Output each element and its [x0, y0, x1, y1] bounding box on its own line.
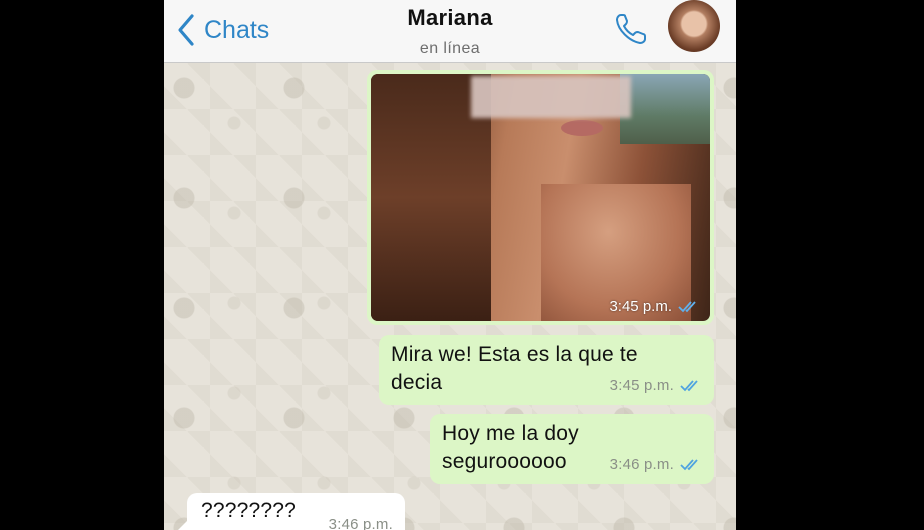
chat-header: Chats Mariana en línea — [164, 0, 736, 63]
message-meta: 3:45 p.m. — [610, 372, 702, 400]
message-meta: 3:46 p.m. — [610, 451, 702, 479]
chevron-left-icon — [178, 14, 194, 46]
contact-name: Mariana — [407, 5, 493, 30]
message-meta: 3:46 p.m. — [329, 511, 393, 530]
message-photo: 3:45 p.m. — [371, 74, 710, 321]
phone-icon[interactable] — [612, 10, 650, 48]
contact-status: en línea — [419, 40, 481, 57]
message-bubble-outgoing[interactable]: Hoy me la doy seguroooooo 3:46 p.m. — [430, 414, 714, 484]
photo-region-lips — [561, 120, 603, 136]
message-bubble-incoming[interactable]: ???????? 3:46 p.m. — [187, 493, 405, 530]
message-time: 3:46 p.m. — [328, 516, 393, 530]
message-text-line: Mira we! Esta es la que te — [391, 343, 638, 366]
message-time: 3:46 p.m. — [609, 456, 674, 473]
back-label: Chats — [204, 15, 270, 44]
photo-censor-blur — [471, 76, 631, 118]
chat-screen: Chats Mariana en línea 3:45 p.m. Mira we… — [164, 0, 736, 530]
contact-info[interactable]: Mariana en línea — [350, 5, 550, 58]
photo-region-background — [620, 74, 710, 144]
message-time: 3:45 p.m. — [609, 377, 674, 394]
message-text-line: Hoy me la doy — [442, 422, 579, 445]
double-check-icon — [678, 300, 696, 312]
double-check-icon — [680, 380, 698, 392]
message-meta: 3:45 p.m. — [609, 298, 700, 315]
image-message[interactable]: 3:45 p.m. — [367, 70, 714, 325]
message-bubble-outgoing[interactable]: Mira we! Esta es la que te decia 3:45 p.… — [379, 335, 714, 405]
contact-avatar[interactable] — [668, 0, 720, 52]
back-button[interactable]: Chats — [176, 10, 269, 50]
double-check-icon — [680, 459, 698, 471]
message-time: 3:45 p.m. — [609, 298, 672, 315]
